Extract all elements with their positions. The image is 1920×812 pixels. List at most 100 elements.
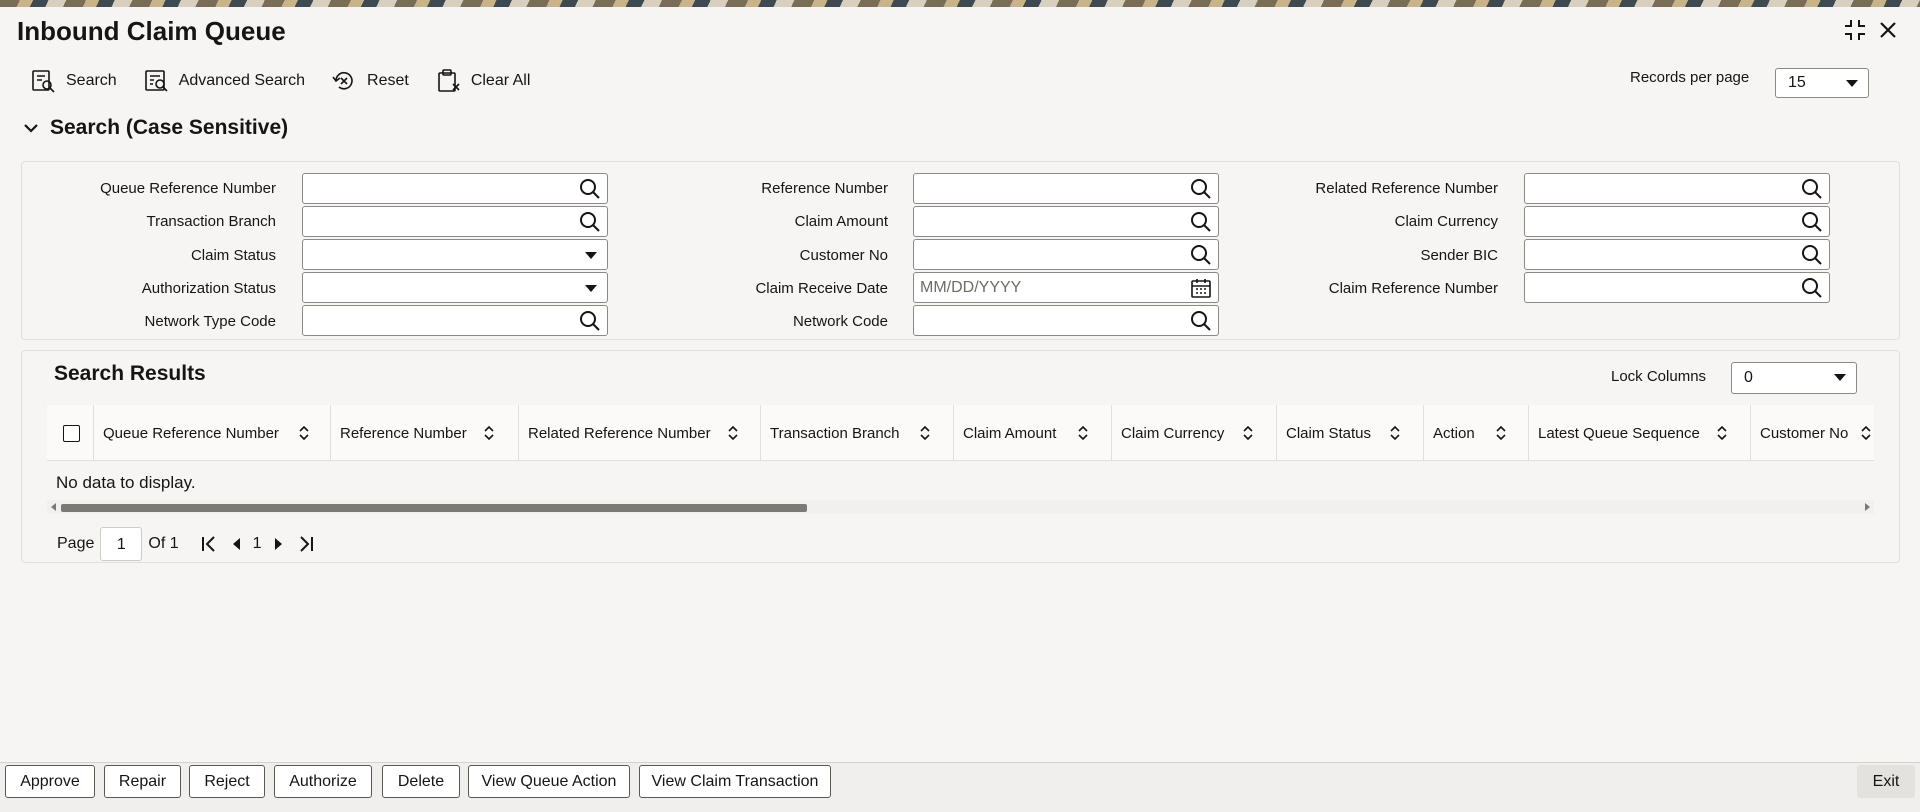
advanced-search-button[interactable]: Advanced Search bbox=[143, 68, 305, 94]
sort-icon[interactable] bbox=[1388, 425, 1402, 441]
column-header-reference-number[interactable]: Reference Number bbox=[330, 405, 518, 460]
approve-button[interactable]: Approve bbox=[5, 765, 95, 798]
search-icon[interactable] bbox=[1801, 178, 1823, 200]
horizontal-scrollbar[interactable] bbox=[47, 500, 1874, 514]
sort-icon[interactable] bbox=[1859, 425, 1873, 441]
column-header-label: Claim Amount bbox=[963, 424, 1057, 442]
close-icon[interactable] bbox=[1876, 18, 1900, 42]
view-claim-transaction-button[interactable]: View Claim Transaction bbox=[639, 765, 831, 798]
search-section-toggle[interactable]: Search (Case Sensitive) bbox=[22, 116, 288, 140]
sort-icon[interactable] bbox=[1241, 425, 1255, 441]
customer-no-label: Customer No bbox=[799, 247, 888, 264]
date-placeholder: MM/DD/YYYY bbox=[920, 279, 1022, 296]
scrollbar-thumb[interactable] bbox=[61, 504, 807, 512]
current-page: 1 bbox=[252, 535, 262, 552]
search-icon[interactable] bbox=[1801, 244, 1823, 266]
next-page-icon[interactable] bbox=[268, 534, 288, 554]
column-header-claim-amount[interactable]: Claim Amount bbox=[953, 405, 1111, 460]
reset-label: Reset bbox=[367, 72, 409, 89]
lock-columns-value: 0 bbox=[1744, 369, 1753, 386]
sender-bic-input[interactable] bbox=[1524, 239, 1830, 270]
search-icon[interactable] bbox=[1190, 211, 1212, 233]
search-icon[interactable] bbox=[579, 211, 601, 233]
records-per-page-value: 15 bbox=[1788, 74, 1806, 91]
column-header-latest-queue-sequence[interactable]: Latest Queue Sequence bbox=[1528, 405, 1750, 460]
column-header-customer-no[interactable]: Customer No bbox=[1750, 405, 1874, 460]
sort-icon[interactable] bbox=[726, 425, 740, 441]
sort-icon[interactable] bbox=[1076, 425, 1090, 441]
claim-amount-label: Claim Amount bbox=[794, 213, 888, 230]
lock-columns-label: Lock Columns bbox=[1611, 368, 1707, 385]
claim-reference-number-input[interactable] bbox=[1524, 272, 1830, 303]
view-queue-action-button[interactable]: View Queue Action bbox=[468, 765, 630, 798]
search-icon[interactable] bbox=[1190, 178, 1212, 200]
clear-all-button[interactable]: Clear All bbox=[435, 68, 531, 94]
column-header-label: Claim Status bbox=[1286, 424, 1372, 442]
column-header-related-reference-number[interactable]: Related Reference Number bbox=[518, 405, 760, 460]
search-icon[interactable] bbox=[579, 178, 601, 200]
clear-all-label: Clear All bbox=[470, 72, 531, 89]
sort-icon[interactable] bbox=[918, 425, 932, 441]
chevron-down-icon bbox=[585, 285, 597, 292]
select-all-checkbox[interactable] bbox=[63, 425, 80, 442]
claim-receive-date-label: Claim Receive Date bbox=[755, 280, 888, 297]
lock-columns-select[interactable]: 0 bbox=[1731, 362, 1857, 394]
authorization-status-label: Authorization Status bbox=[141, 280, 276, 297]
search-button[interactable]: Search bbox=[30, 68, 117, 94]
claim-receive-date-input[interactable]: MM/DD/YYYY bbox=[913, 272, 1219, 303]
chevron-down-icon bbox=[1834, 374, 1846, 381]
search-icon[interactable] bbox=[1190, 310, 1212, 332]
sort-icon[interactable] bbox=[1494, 425, 1508, 441]
column-header-label: Reference Number bbox=[340, 424, 467, 442]
scroll-left-icon[interactable] bbox=[51, 503, 56, 511]
reference-number-input[interactable] bbox=[913, 173, 1219, 204]
page-of-label: Of 1 bbox=[148, 535, 179, 552]
column-header-label: Related Reference Number bbox=[528, 424, 711, 442]
claim-currency-input[interactable] bbox=[1524, 206, 1830, 237]
delete-button[interactable]: Delete bbox=[382, 765, 460, 798]
column-header-label: Queue Reference Number bbox=[103, 424, 279, 442]
records-per-page-label: Records per page bbox=[1630, 69, 1750, 86]
queue-reference-number-input[interactable] bbox=[302, 173, 608, 204]
search-icon[interactable] bbox=[579, 310, 601, 332]
related-reference-number-input[interactable] bbox=[1524, 173, 1830, 204]
chevron-down-icon bbox=[1846, 80, 1858, 87]
authorization-status-select[interactable] bbox=[302, 272, 608, 303]
repair-button[interactable]: Repair bbox=[104, 765, 181, 798]
scroll-right-icon[interactable] bbox=[1865, 503, 1870, 511]
claim-status-select[interactable] bbox=[302, 239, 608, 270]
page-label: Page bbox=[57, 535, 95, 552]
column-header-claim-currency[interactable]: Claim Currency bbox=[1111, 405, 1276, 460]
claim-amount-input[interactable] bbox=[913, 206, 1219, 237]
network-type-code-input[interactable] bbox=[302, 305, 608, 336]
customer-no-input[interactable] bbox=[913, 239, 1219, 270]
related-reference-number-label: Related Reference Number bbox=[1315, 180, 1498, 197]
sort-icon[interactable] bbox=[482, 425, 496, 441]
search-icon[interactable] bbox=[1190, 244, 1212, 266]
calendar-icon[interactable] bbox=[1190, 277, 1212, 299]
transaction-branch-label: Transaction Branch bbox=[146, 213, 276, 230]
pagination: Page 1 Of 1 1 bbox=[57, 527, 320, 561]
clipboard-clear-icon bbox=[438, 69, 460, 92]
previous-page-icon[interactable] bbox=[227, 534, 247, 554]
column-header-action[interactable]: Action bbox=[1423, 405, 1528, 460]
sort-icon[interactable] bbox=[297, 425, 311, 441]
column-header-claim-status[interactable]: Claim Status bbox=[1276, 405, 1423, 460]
search-icon[interactable] bbox=[1801, 277, 1823, 299]
sort-icon[interactable] bbox=[1715, 425, 1729, 441]
network-code-input[interactable] bbox=[913, 305, 1219, 336]
transaction-branch-input[interactable] bbox=[302, 206, 608, 237]
last-page-icon[interactable] bbox=[296, 534, 316, 554]
page-number-input[interactable]: 1 bbox=[100, 527, 143, 561]
reset-button[interactable]: Reset bbox=[331, 68, 409, 94]
authorize-button[interactable]: Authorize bbox=[274, 765, 372, 798]
exit-button[interactable]: Exit bbox=[1857, 765, 1915, 798]
first-page-icon[interactable] bbox=[199, 534, 219, 554]
records-per-page-select[interactable]: 15 bbox=[1775, 68, 1869, 98]
column-header-queue-reference-number[interactable]: Queue Reference Number bbox=[93, 405, 330, 460]
reject-button[interactable]: Reject bbox=[189, 765, 265, 798]
search-icon[interactable] bbox=[1801, 211, 1823, 233]
maximize-icon[interactable] bbox=[1843, 18, 1867, 42]
chevron-down-icon bbox=[24, 124, 38, 133]
column-header-transaction-branch[interactable]: Transaction Branch bbox=[760, 405, 953, 460]
